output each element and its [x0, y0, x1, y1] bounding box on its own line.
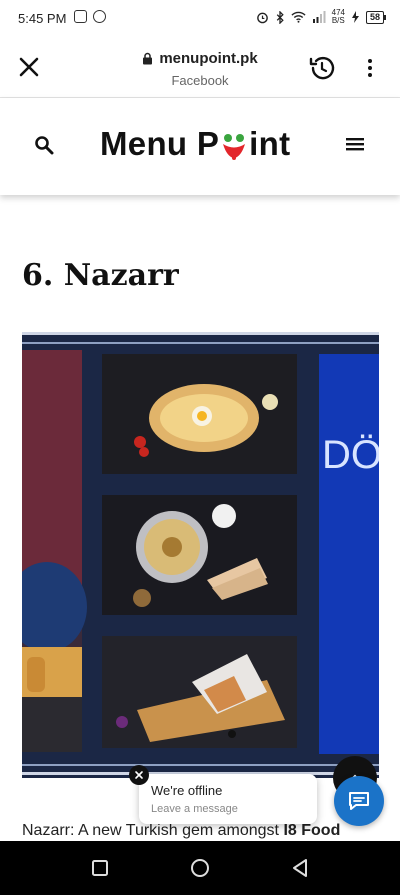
hamburger-menu-icon[interactable]	[346, 136, 364, 152]
history-icon[interactable]	[307, 53, 337, 83]
notification-icons	[74, 10, 106, 23]
back-icon[interactable]	[287, 855, 313, 881]
app-notification-icon	[93, 10, 106, 23]
url-subtitle: Facebook	[171, 73, 229, 88]
logo-face-icon	[219, 127, 249, 161]
site-header: Menu P int	[0, 98, 400, 195]
home-icon[interactable]	[187, 855, 213, 881]
alarm-icon	[256, 12, 268, 23]
battery-indicator: 58	[365, 10, 386, 24]
close-icon	[135, 771, 143, 779]
chat-bubble-icon	[349, 792, 369, 810]
article-heading: 6. Nazarr	[22, 258, 179, 293]
site-logo[interactable]: Menu P int	[100, 125, 290, 163]
nazarr-food-collage: DÖ	[22, 332, 379, 778]
signal-icon	[312, 11, 326, 23]
chat-offline-subtitle: Leave a message	[151, 803, 238, 815]
bluetooth-icon	[276, 10, 284, 24]
hero-sign-text: DÖ	[322, 433, 379, 477]
system-navigation-bar	[0, 841, 400, 895]
status-time: 5:45 PM	[18, 11, 67, 26]
lock-icon	[143, 52, 153, 65]
chat-offline-title: We're offline	[151, 783, 223, 798]
charging-icon	[351, 11, 359, 23]
status-right: 474 B/S 58	[256, 9, 386, 25]
article-hero-image: DÖ	[22, 332, 379, 778]
close-icon[interactable]	[16, 54, 42, 80]
article-paragraph: Nazarr: A new Turkish gem amongst I8 Foo…	[22, 822, 341, 839]
url-text: menupoint.pk	[159, 50, 258, 67]
network-speed: 474 B/S	[331, 8, 345, 25]
instagram-icon	[74, 10, 87, 23]
more-vertical-icon[interactable]	[362, 54, 378, 82]
chat-offline-card[interactable]: We're offline Leave a message	[139, 774, 317, 824]
search-icon[interactable]	[34, 135, 54, 155]
article-bold-text: I8 Food	[283, 822, 341, 839]
browser-toolbar: menupoint.pk Facebook	[0, 38, 400, 98]
recent-apps-icon[interactable]	[87, 855, 113, 881]
status-bar: 5:45 PM 474 B/S 58	[0, 0, 400, 38]
chat-launcher-button[interactable]	[334, 776, 384, 826]
wifi-icon	[291, 11, 306, 23]
url-display[interactable]: menupoint.pk Facebook	[100, 50, 300, 88]
chat-card-close-button[interactable]	[129, 765, 149, 785]
